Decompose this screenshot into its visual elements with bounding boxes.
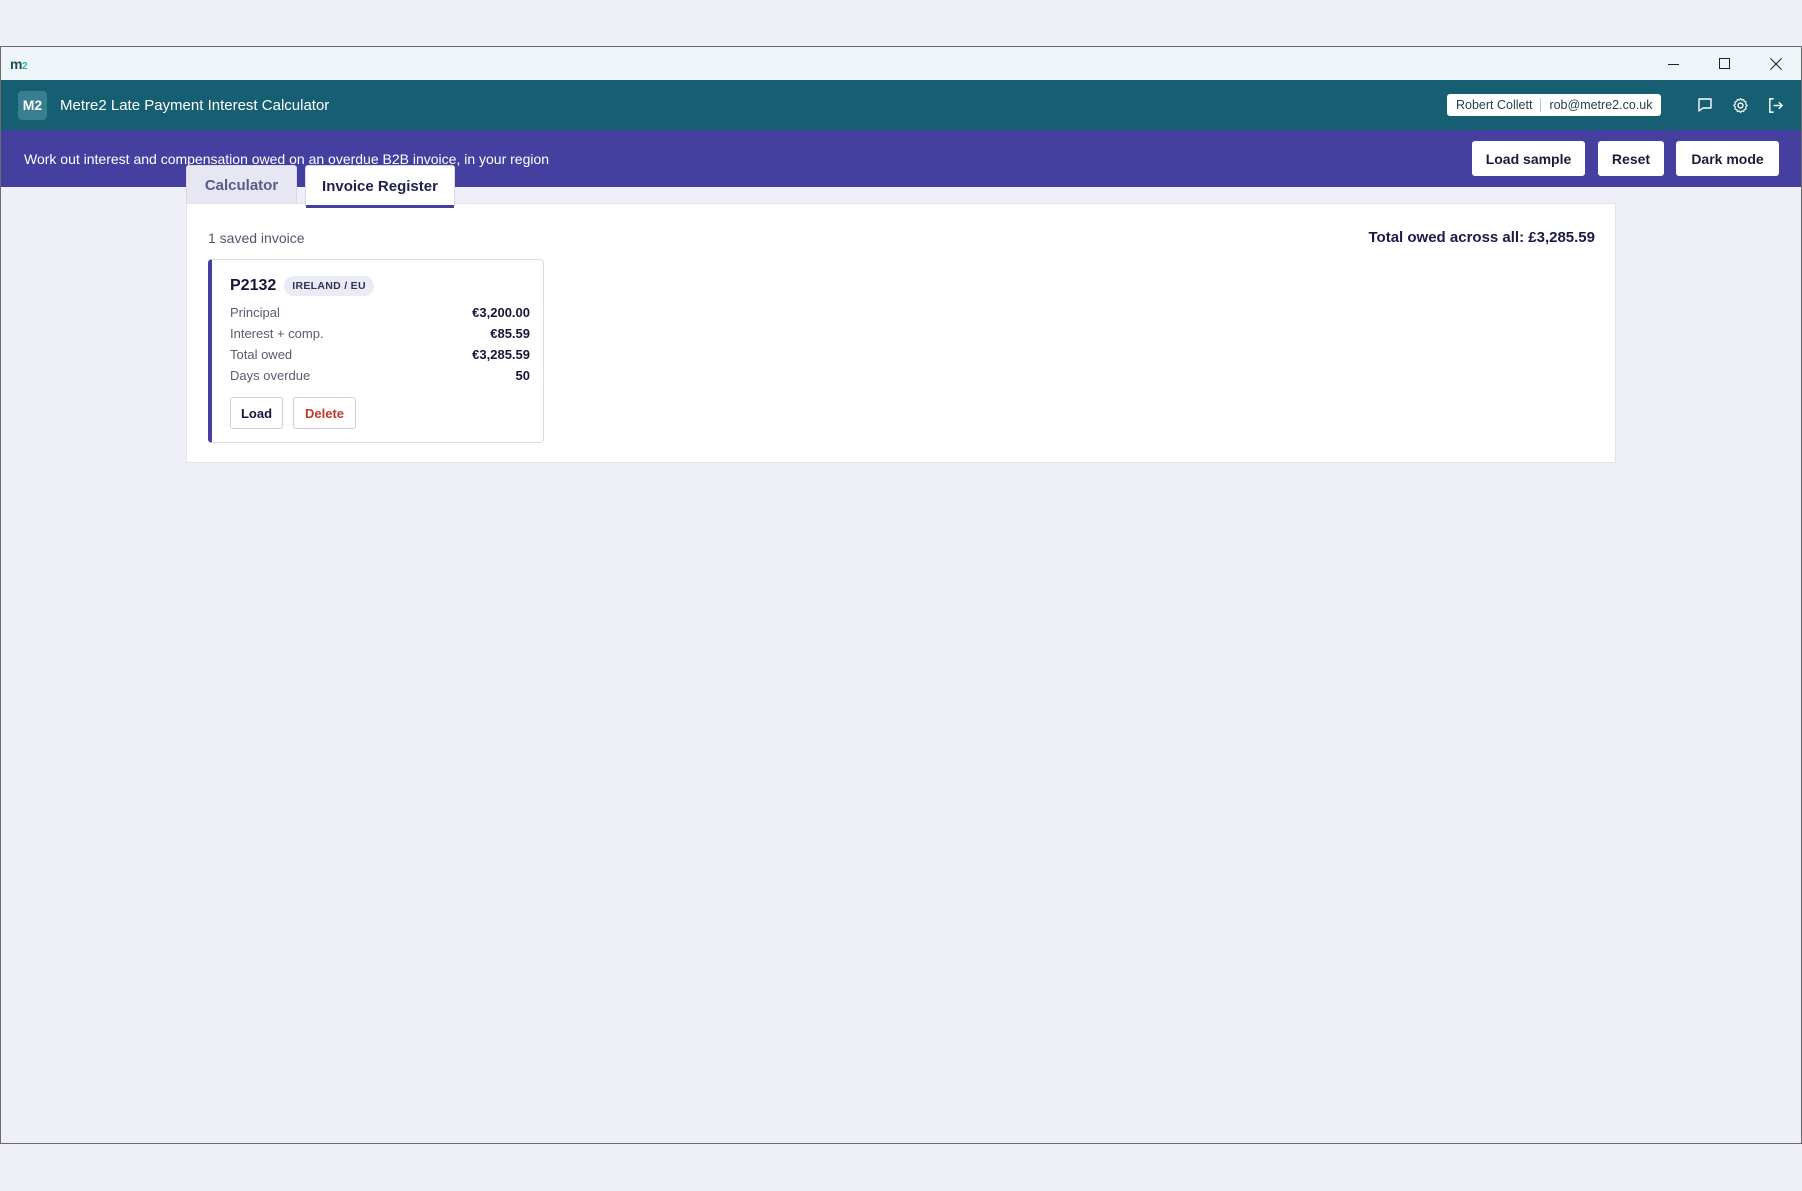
user-email: rob@metre2.co.uk [1549, 98, 1653, 112]
saved-count: 1 saved invoice [208, 230, 305, 246]
logo-sup: 2 [21, 60, 28, 72]
minimize-icon[interactable] [1648, 47, 1699, 80]
register-panel: 1 saved invoice Total owed across all: £… [186, 203, 1616, 463]
maximize-icon[interactable] [1699, 47, 1750, 80]
feedback-icon[interactable] [1694, 94, 1716, 116]
row-label: Interest + comp. [230, 326, 324, 341]
principal-row: Principal €3,200.00 [230, 305, 530, 320]
row-value: €3,200.00 [472, 305, 530, 320]
total-owed-all: Total owed across all: £3,285.59 [1368, 229, 1596, 246]
load-sample-button[interactable]: Load sample [1472, 141, 1585, 176]
logo-text: m [10, 55, 22, 72]
row-value: €3,285.59 [472, 347, 530, 362]
invoice-card: P2132 IRELAND / EU Principal €3,200.00 I… [208, 259, 544, 443]
delete-invoice-button[interactable]: Delete [293, 397, 356, 429]
total-owed-row: Total owed €3,285.59 [230, 347, 530, 362]
region-badge: IRELAND / EU [284, 276, 374, 296]
title-bar: m2 [1, 47, 1801, 80]
tab-bar: Calculator Invoice Register [186, 165, 455, 208]
window-controls [1648, 47, 1801, 80]
interest-row: Interest + comp. €85.59 [230, 326, 530, 341]
app-badge: M2 [18, 90, 47, 120]
tab-label: Invoice Register [322, 177, 438, 195]
reset-button[interactable]: Reset [1598, 141, 1664, 176]
tab-calculator[interactable]: Calculator [186, 165, 297, 205]
user-pill: Robert Collett rob@metre2.co.uk [1447, 94, 1662, 116]
row-value: 50 [515, 368, 530, 383]
invoice-id: P2132 [230, 277, 277, 294]
user-separator [1540, 98, 1542, 112]
app-title: Metre2 Late Payment Interest Calculator [60, 96, 330, 114]
tab-label: Calculator [204, 177, 279, 194]
dark-mode-button[interactable]: Dark mode [1676, 141, 1779, 176]
row-value: €85.59 [490, 326, 530, 341]
app-logo: m2 [10, 55, 28, 72]
settings-icon[interactable] [1729, 94, 1751, 116]
user-name: Robert Collett [1456, 98, 1533, 112]
close-icon[interactable] [1750, 47, 1801, 80]
days-overdue-row: Days overdue 50 [230, 368, 530, 383]
logout-icon[interactable] [1764, 94, 1786, 116]
tab-invoice-register[interactable]: Invoice Register [305, 165, 455, 208]
row-label: Principal [230, 305, 280, 320]
active-tab-indicator [306, 205, 454, 208]
row-label: Days overdue [230, 368, 311, 383]
row-label: Total owed [230, 347, 293, 362]
load-invoice-button[interactable]: Load [230, 397, 283, 429]
app-header: M2 Metre2 Late Payment Interest Calculat… [1, 80, 1801, 130]
card-header: P2132 IRELAND / EU [230, 276, 374, 296]
